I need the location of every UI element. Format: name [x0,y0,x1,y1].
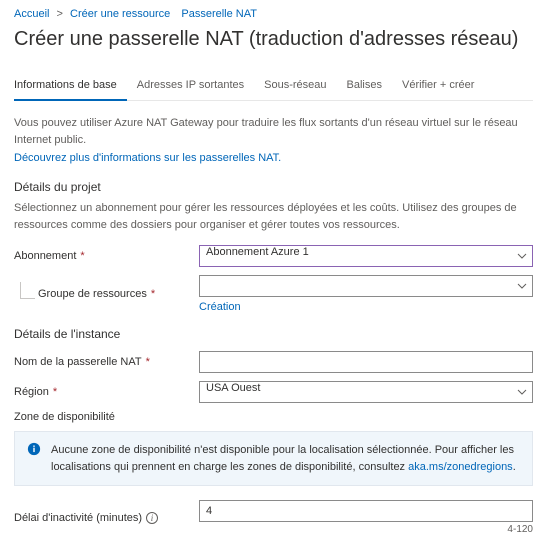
region-select[interactable]: USA Ouest [199,381,533,403]
zoned-regions-link[interactable]: aka.ms/zonedregions [408,461,513,473]
tab-subnet[interactable]: Sous-réseau [254,73,336,100]
breadcrumb-create-resource[interactable]: Créer une ressource [70,8,170,20]
breadcrumb-sep: > [57,8,63,20]
breadcrumb: Accueil > Créer une ressource Passerelle… [14,8,533,20]
tab-outbound-ip[interactable]: Adresses IP sortantes [127,73,254,100]
resource-group-label: Groupe de ressources* [14,288,199,300]
page-title: Créer une passerelle NAT (traduction d'a… [14,28,533,51]
idle-timeout-range: 4-120 [199,524,533,535]
idle-timeout-label: Délai d'inactivité (minutes) i [14,512,199,524]
availability-zone-label: Zone de disponibilité [14,411,199,423]
create-rg-link[interactable]: Création [199,301,241,313]
availability-zone-info: Aucune zone de disponibilité n'est dispo… [14,431,533,486]
breadcrumb-nat-gateway[interactable]: Passerelle NAT [181,8,257,20]
section-instance-title: Détails de l'instance [14,327,533,341]
learn-more-link[interactable]: Découvrez plus d'informations sur les pa… [14,152,281,164]
info-circle-icon[interactable]: i [146,512,158,524]
tab-basics[interactable]: Informations de base [14,73,127,101]
intro-text: Vous pouvez utiliser Azure NAT Gateway p… [14,115,533,148]
breadcrumb-home[interactable]: Accueil [14,8,49,20]
tab-review-create[interactable]: Vérifier + créer [392,73,484,100]
info-icon [27,442,41,456]
idle-timeout-input[interactable] [199,500,533,522]
subscription-select[interactable]: Abonnement Azure 1 [199,245,533,267]
resource-group-select[interactable] [199,275,533,297]
region-label: Région* [14,386,199,398]
tab-tags[interactable]: Balises [337,73,392,100]
gateway-name-input[interactable] [199,351,533,373]
subscription-label: Abonnement* [14,250,199,262]
section-project-desc: Sélectionnez un abonnement pour gérer le… [14,200,533,233]
section-project-title: Détails du projet [14,180,533,194]
tabs: Informations de base Adresses IP sortant… [14,73,533,101]
gateway-name-label: Nom de la passerelle NAT* [14,356,199,368]
